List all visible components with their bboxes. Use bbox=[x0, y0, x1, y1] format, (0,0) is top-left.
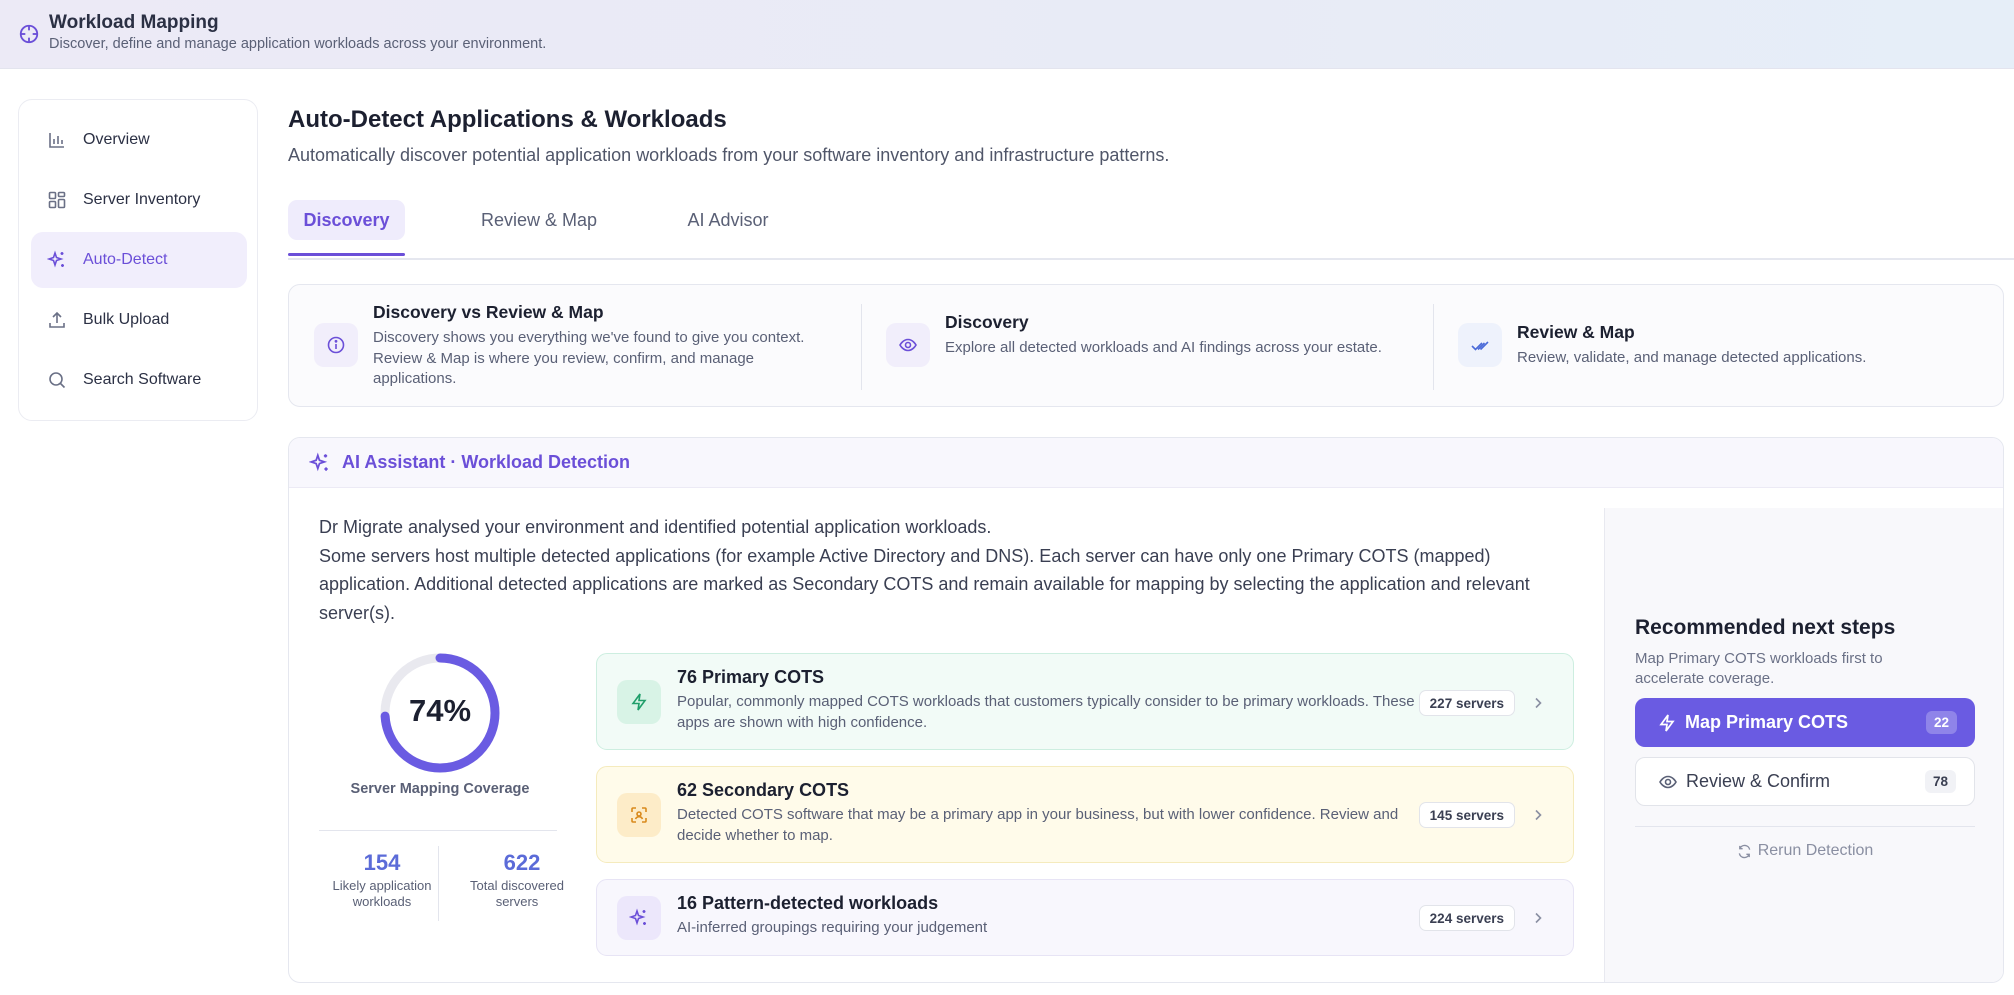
pattern-workloads-card[interactable]: 16 Pattern-detected workloads AI-inferre… bbox=[596, 879, 1574, 956]
chevron-right-icon bbox=[1535, 809, 1542, 821]
eye-icon bbox=[1658, 772, 1678, 792]
sidebar-item-auto-detect[interactable]: Auto-Detect bbox=[31, 232, 247, 288]
sidebar: Overview Server Inventory Auto-Detect Bu… bbox=[18, 99, 258, 421]
crosshair-icon bbox=[19, 24, 39, 44]
info-icon bbox=[314, 323, 358, 367]
tab-review-map[interactable]: Review & Map bbox=[474, 200, 604, 240]
cots-desc: AI-inferred groupings requiring your jud… bbox=[677, 919, 988, 936]
server-count-badge: 224 servers bbox=[1418, 905, 1515, 931]
ai-summary-line-1: Dr Migrate analysed your environment and… bbox=[319, 517, 992, 537]
info-title: Discovery bbox=[945, 312, 1029, 332]
coverage-label: Server Mapping Coverage bbox=[350, 781, 530, 797]
sidebar-item-label: Server Inventory bbox=[83, 191, 201, 208]
tab-discovery[interactable]: Discovery bbox=[288, 200, 405, 240]
bolt-icon bbox=[1657, 713, 1677, 733]
upload-icon bbox=[47, 310, 67, 330]
scan-focus-icon bbox=[617, 793, 661, 837]
sidebar-item-label: Overview bbox=[83, 131, 150, 148]
bar-chart-icon bbox=[47, 130, 67, 150]
sparkles-icon bbox=[47, 250, 67, 270]
tab-bar: Discovery Review & Map AI Advisor bbox=[288, 198, 2014, 260]
info-card: Discovery vs Review & Map Discovery show… bbox=[288, 284, 2004, 407]
rerun-label: Rerun Detection bbox=[1757, 842, 1874, 859]
sidebar-item-label: Auto-Detect bbox=[83, 251, 168, 268]
info-desc: Review, validate, and manage detected ap… bbox=[1517, 349, 1867, 366]
ai-card-header: AI Assistant · Workload Detection bbox=[289, 438, 2003, 488]
info-title: Discovery vs Review & Map bbox=[373, 302, 604, 322]
sparkles-icon bbox=[309, 452, 328, 472]
button-label: Review & Confirm bbox=[1686, 771, 1831, 791]
stat-likely-workloads-value: 154 bbox=[363, 850, 401, 875]
stat-total-servers-label: Total discovered servers bbox=[470, 878, 564, 909]
sidebar-item-label: Bulk Upload bbox=[83, 311, 170, 328]
ai-summary-line-2: Some servers host multiple detected appl… bbox=[319, 545, 1530, 623]
grid-icon bbox=[47, 190, 67, 210]
stat-total-servers-value: 622 bbox=[503, 850, 541, 875]
ai-assistant-card: AI Assistant · Workload Detection Dr Mig… bbox=[288, 437, 2004, 983]
divider bbox=[319, 830, 557, 831]
divider bbox=[1635, 826, 1975, 827]
count-badge: 22 bbox=[1925, 711, 1957, 734]
server-count-badge: 145 servers bbox=[1418, 802, 1515, 828]
sidebar-item-server-inventory[interactable]: Server Inventory bbox=[31, 172, 247, 228]
cots-title: 76 Primary COTS bbox=[677, 667, 825, 687]
next-steps-panel: Recommended next steps Map Primary COTS … bbox=[1604, 508, 2003, 982]
chevron-right-icon bbox=[1535, 697, 1542, 709]
ai-summary: Dr Migrate analysed your environment and… bbox=[319, 513, 1559, 627]
sidebar-item-overview[interactable]: Overview bbox=[31, 112, 247, 168]
double-check-icon bbox=[1458, 323, 1502, 367]
rerun-detection-button[interactable]: Rerun Detection bbox=[1635, 842, 1975, 860]
active-tab-indicator bbox=[288, 253, 405, 256]
button-label: Map Primary COTS bbox=[1685, 712, 1849, 732]
tab-ai-advisor[interactable]: AI Advisor bbox=[678, 200, 778, 240]
info-desc: Explore all detected workloads and AI fi… bbox=[945, 339, 1382, 356]
chevron-right-icon bbox=[1535, 912, 1542, 924]
cots-title: 16 Pattern-detected workloads bbox=[677, 893, 939, 913]
coverage-percent: 74% bbox=[408, 693, 472, 728]
next-steps-subtitle: Map Primary COTS workloads first to acce… bbox=[1635, 650, 1883, 687]
page-title: Auto-Detect Applications & Workloads bbox=[288, 106, 727, 133]
info-section-discovery: Discovery Explore all detected workloads… bbox=[861, 285, 1433, 406]
search-icon bbox=[47, 370, 67, 390]
ai-card-title: AI Assistant · Workload Detection bbox=[342, 452, 631, 472]
sidebar-item-label: Search Software bbox=[83, 371, 202, 388]
review-confirm-button[interactable]: Review & Confirm 78 bbox=[1635, 757, 1975, 806]
eye-icon bbox=[886, 323, 930, 367]
secondary-cots-card[interactable]: 62 Secondary COTS Detected COTS software… bbox=[596, 766, 1574, 863]
cots-title: 62 Secondary COTS bbox=[677, 780, 850, 800]
cots-desc: Detected COTS software that may be a pri… bbox=[677, 806, 1399, 844]
sidebar-item-search-software[interactable]: Search Software bbox=[31, 352, 247, 408]
app-subtitle: Discover, define and manage application … bbox=[49, 36, 547, 52]
info-section-comparison: Discovery vs Review & Map Discovery show… bbox=[289, 285, 861, 406]
stat-likely-workloads-label: Likely application workloads bbox=[332, 878, 432, 909]
info-desc: Discovery shows you everything we've fou… bbox=[373, 329, 805, 387]
cots-desc: Popular, commonly mapped COTS workloads … bbox=[677, 693, 1415, 731]
map-primary-cots-button[interactable]: Map Primary COTS 22 bbox=[1635, 698, 1975, 747]
next-steps-title: Recommended next steps bbox=[1635, 616, 1896, 639]
primary-cots-card[interactable]: 76 Primary COTS Popular, commonly mapped… bbox=[596, 653, 1574, 750]
info-title: Review & Map bbox=[1517, 322, 1635, 342]
divider bbox=[438, 846, 439, 921]
app-title: Workload Mapping bbox=[49, 12, 219, 33]
sidebar-item-bulk-upload[interactable]: Bulk Upload bbox=[31, 292, 247, 348]
page-subtitle: Automatically discover potential applica… bbox=[288, 145, 1170, 165]
count-badge: 78 bbox=[1924, 770, 1956, 793]
sparkles-icon bbox=[617, 896, 661, 940]
server-count-badge: 227 servers bbox=[1418, 690, 1515, 716]
bolt-icon bbox=[617, 680, 661, 724]
refresh-icon bbox=[1738, 844, 1751, 858]
info-section-review-map: Review & Map Review, validate, and manag… bbox=[1433, 285, 2003, 406]
top-header: Workload Mapping Discover, define and ma… bbox=[0, 0, 2014, 69]
